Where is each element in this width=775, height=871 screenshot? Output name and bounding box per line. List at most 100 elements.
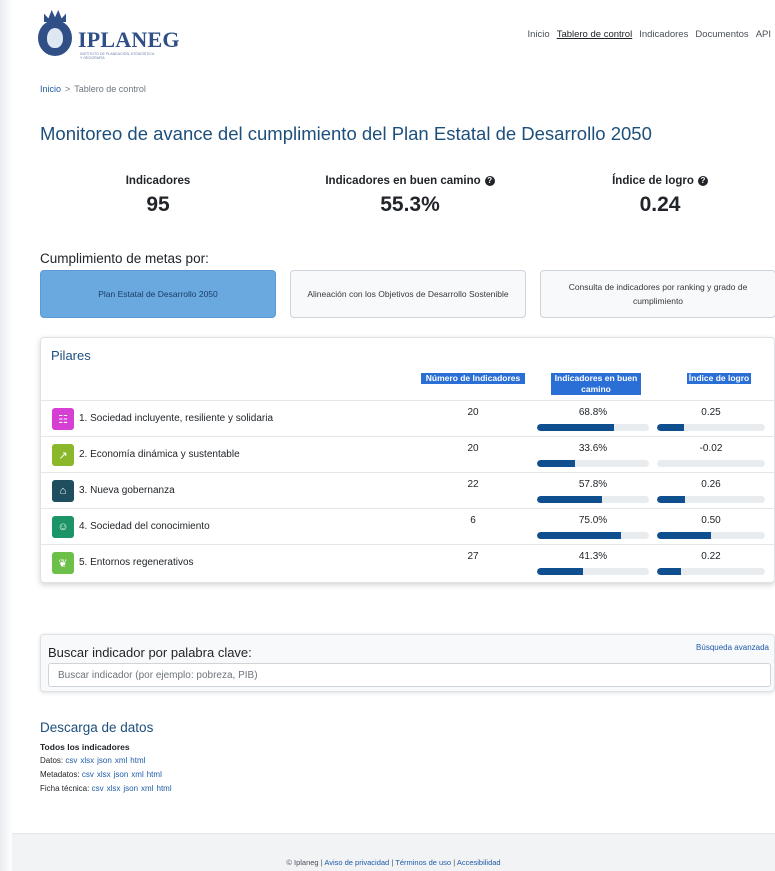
on-track-progress-bar xyxy=(537,532,649,539)
footer-privacy-link[interactable]: Aviso de privacidad xyxy=(324,858,389,867)
download-line: Datos: csv xlsx json xml html xyxy=(40,756,148,765)
download-label: Metadatos: xyxy=(40,770,82,779)
achievement-index: 0.22 xyxy=(701,551,721,562)
download-csv-link[interactable]: csv xyxy=(82,770,94,779)
download-json-link[interactable]: json xyxy=(114,770,129,779)
download-xml-link[interactable]: xml xyxy=(131,770,143,779)
advanced-search-link[interactable]: Búsqueda avanzada xyxy=(696,643,769,652)
index-progress-bar xyxy=(657,424,765,431)
crowned-head-icon xyxy=(38,10,72,56)
progress-fill xyxy=(657,424,684,431)
on-track-percent: 68.8% xyxy=(578,407,608,418)
leaf-icon: ❦ xyxy=(52,552,74,574)
download-html-link[interactable]: html xyxy=(130,756,145,765)
index-progress-bar xyxy=(657,568,765,575)
on-track-percent: 75.0% xyxy=(578,515,608,526)
table-row[interactable]: ☺ 4. Sociedad del conocimiento 6 75.0% 0… xyxy=(41,508,774,544)
iplaneg-logo[interactable]: IPLANEG INSTITUTO DE PLANEACIÓN, ESTADÍS… xyxy=(38,10,179,61)
progress-fill xyxy=(537,568,584,575)
keyword-search-card: Buscar indicador por palabra clave: Búsq… xyxy=(40,634,775,692)
tab-ranking-consulta[interactable]: Consulta de indicadores por ranking y gr… xyxy=(540,270,775,318)
download-xml-link[interactable]: xml xyxy=(141,784,153,793)
achievement-index: -0.02 xyxy=(699,443,723,454)
pillar-label: 3. Nueva gobernanza xyxy=(79,485,175,496)
stat-buen-camino: Indicadores en buen camino? 55.3% xyxy=(310,175,510,217)
footer-terms-link[interactable]: Términos de uso xyxy=(395,858,451,867)
breadcrumb-home-link[interactable]: Inicio xyxy=(40,84,61,94)
head-profile-icon: ☺ xyxy=(52,516,74,538)
people-icon: ☷ xyxy=(52,408,74,430)
nav-indicadores[interactable]: Indicadores xyxy=(639,29,688,40)
download-xlsx-link[interactable]: xlsx xyxy=(107,784,121,793)
column-header-on-track: Indicadores en buen camino xyxy=(551,373,641,395)
table-row[interactable]: ↗ 2. Economía dinámica y sustentable 20 … xyxy=(41,436,774,472)
column-header-count: Número de Indicadores xyxy=(421,373,525,384)
footer-separator: | xyxy=(320,858,323,867)
search-input[interactable] xyxy=(48,663,771,687)
on-track-percent: 41.3% xyxy=(578,551,608,562)
pillar-label: 4. Sociedad del conocimiento xyxy=(79,521,210,532)
download-json-link[interactable]: json xyxy=(123,784,138,793)
download-html-link[interactable]: html xyxy=(157,784,172,793)
downloads-subtitle: Todos los indicadores xyxy=(40,742,130,752)
nav-tablero-de-control[interactable]: Tablero de control xyxy=(557,29,633,40)
search-title: Buscar indicador por palabra clave: xyxy=(48,645,252,660)
pillar-label: 1. Sociedad incluyente, resiliente y sol… xyxy=(79,413,273,424)
progress-fill xyxy=(657,532,711,539)
tab-plan-estatal[interactable]: Plan Estatal de Desarrollo 2050 xyxy=(40,270,276,318)
page-footer: © Iplaneg | Aviso de privacidad | Términ… xyxy=(12,833,775,871)
progress-fill xyxy=(537,496,602,503)
footer-separator: | xyxy=(453,858,456,867)
nav-inicio[interactable]: Inicio xyxy=(528,29,550,40)
on-track-progress-bar xyxy=(537,424,649,431)
stat-indicadores: Indicadores 95 xyxy=(108,175,208,217)
download-label: Datos: xyxy=(40,756,66,765)
tab-ods-alignment[interactable]: Alineación con los Objetivos de Desarrol… xyxy=(290,270,526,318)
download-json-link[interactable]: json xyxy=(97,756,112,765)
on-track-progress-bar xyxy=(537,460,649,467)
download-label: Ficha técnica: xyxy=(40,784,92,793)
download-xml-link[interactable]: xml xyxy=(115,756,127,765)
indicator-count: 20 xyxy=(467,407,479,418)
page-title: Monitoreo de avance del cumplimiento del… xyxy=(40,123,652,144)
help-icon[interactable]: ? xyxy=(484,176,495,186)
footer-owner: © Iplaneg xyxy=(286,858,319,867)
on-track-progress-bar xyxy=(537,568,649,575)
indicator-count: 27 xyxy=(467,551,479,562)
main-nav: Inicio Tablero de control Indicadores Do… xyxy=(528,29,772,40)
indicator-count: 22 xyxy=(467,479,479,490)
download-line: Metadatos: csv xlsx json xml html xyxy=(40,770,165,779)
stat-label: Indicadores en buen camino xyxy=(325,175,481,187)
footer-accessibility-link[interactable]: Accesibilidad xyxy=(457,858,501,867)
index-progress-bar xyxy=(657,460,765,467)
nav-documentos[interactable]: Documentos xyxy=(695,29,748,40)
table-row[interactable]: ⌂ 3. Nueva gobernanza 22 57.8% 0.26 xyxy=(41,472,774,508)
pillar-label: 2. Economía dinámica y sustentable xyxy=(79,449,240,460)
column-header-index: Índice de logro xyxy=(687,373,751,384)
breadcrumb: Inicio > Tablero de control xyxy=(40,84,146,94)
download-line: Ficha técnica: csv xlsx json xml html xyxy=(40,784,175,793)
progress-fill xyxy=(537,424,615,431)
breadcrumb-separator: > xyxy=(65,84,71,94)
progress-fill xyxy=(657,496,686,503)
table-row[interactable]: ❦ 5. Entornos regenerativos 27 41.3% 0.2… xyxy=(41,544,774,580)
stat-indice-logro: Índice de logro? 0.24 xyxy=(590,175,730,217)
growth-chart-icon: ↗ xyxy=(52,444,74,466)
download-csv-link[interactable]: csv xyxy=(92,784,104,793)
download-xlsx-link[interactable]: xlsx xyxy=(97,770,111,779)
download-xlsx-link[interactable]: xlsx xyxy=(80,756,94,765)
progress-fill xyxy=(537,460,575,467)
on-track-percent: 57.8% xyxy=(578,479,608,490)
table-row[interactable]: ☷ 1. Sociedad incluyente, resiliente y s… xyxy=(41,400,774,436)
help-icon[interactable]: ? xyxy=(697,176,708,186)
pillars-card: Pilares Número de Indicadores Indicadore… xyxy=(40,337,775,583)
download-html-link[interactable]: html xyxy=(147,770,162,779)
government-building-icon: ⌂ xyxy=(52,480,74,502)
progress-fill xyxy=(657,568,681,575)
stat-value: 0.24 xyxy=(639,193,681,216)
achievement-index: 0.50 xyxy=(701,515,721,526)
nav-api[interactable]: API xyxy=(756,29,771,40)
brand-tagline: INSTITUTO DE PLANEACIÓN, ESTADÍSTICA Y G… xyxy=(80,52,155,61)
on-track-percent: 33.6% xyxy=(578,443,608,454)
download-csv-link[interactable]: csv xyxy=(65,756,77,765)
